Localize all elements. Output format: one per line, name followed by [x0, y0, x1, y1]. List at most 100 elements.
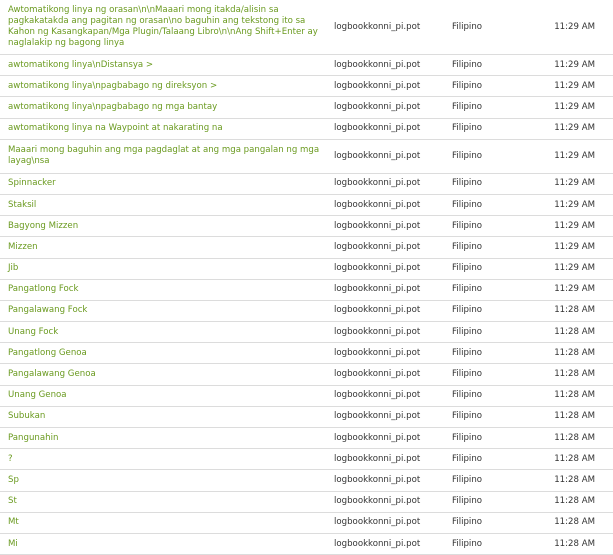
string-link[interactable]: awtomatikong linya\npagbabago ng direksy… [8, 81, 217, 91]
file-cell: logbookkonni_pi.pot [326, 118, 444, 140]
string-link[interactable]: Mizzen [8, 242, 38, 252]
table-row: Mizzen logbookkonni_pi.pot Filipino 11:29 A… [0, 236, 613, 259]
file-cell: logbookkonni_pi.pot [326, 427, 444, 450]
file-cell: logbookkonni_pi.pot [326, 139, 444, 174]
string-link[interactable]: Pangalawang Genoa [8, 369, 96, 379]
string-link[interactable]: Pangalawang Fock [8, 305, 87, 315]
string-link[interactable]: Unang Genoa [8, 390, 67, 400]
time-cell: 11:29 AM [524, 96, 613, 119]
file-cell: logbookkonni_pi.pot [326, 533, 444, 555]
table-row: Mi logbookkonni_pi.pot Filipino 11:28 AM [0, 533, 613, 555]
table-row: Maaari mong baguhin ang mga pagdaglat at… [0, 139, 613, 174]
string-link[interactable]: awtomatikong linya\npagbabago ng mga ban… [8, 102, 217, 112]
language-cell: Filipino [444, 427, 524, 450]
file-cell: logbookkonni_pi.pot [326, 512, 444, 534]
table-body: Awtomatikong linya ng orasan\n\nMaaari m… [0, 0, 613, 555]
string-cell: ? [0, 448, 326, 471]
time-cell: 11:29 AM [524, 0, 613, 55]
table-row: Pangatlong Genoa logbookkonni_pi.pot Filip… [0, 342, 613, 365]
file-cell: logbookkonni_pi.pot [326, 300, 444, 323]
language-cell: Filipino [444, 342, 524, 365]
table-row: awtomatikong linya\npagbabago ng direksy… [0, 75, 613, 98]
string-cell: Mi [0, 533, 326, 555]
table-row: St logbookkonni_pi.pot Filipino 11:28 AM [0, 491, 613, 513]
string-link[interactable]: Unang Fock [8, 327, 58, 337]
string-link[interactable]: Maaari mong baguhin ang mga pagdaglat at… [8, 145, 319, 166]
table-row: Pangalawang Genoa logbookkonni_pi.pot Fili… [0, 363, 613, 386]
string-cell: Spinnacker [0, 173, 326, 195]
file-cell: logbookkonni_pi.pot [326, 406, 444, 429]
file-cell: logbookkonni_pi.pot [326, 236, 444, 259]
string-link[interactable]: awtomatikong linya na Waypoint at nakara… [8, 123, 223, 133]
table-row: Jib logbookkonni_pi.pot Filipino 11:29 AM [0, 258, 613, 280]
table-row: awtomatikong linya\nDistansya > logbookko… [0, 54, 613, 77]
table-row: awtomatikong linya\npagbabago ng mga ban… [0, 96, 613, 119]
language-cell: Filipino [444, 406, 524, 429]
string-link[interactable]: St [8, 496, 17, 506]
string-cell: awtomatikong linya na Waypoint at nakara… [0, 118, 326, 140]
time-cell: 11:29 AM [524, 194, 613, 217]
file-cell: logbookkonni_pi.pot [326, 385, 444, 407]
table-row: Bagyong Mizzen logbookkonni_pi.pot Filipin… [0, 215, 613, 238]
string-cell: Pangunahin [0, 427, 326, 450]
time-cell: 11:29 AM [524, 215, 613, 238]
string-link[interactable]: Staksil [8, 200, 36, 210]
file-cell: logbookkonni_pi.pot [326, 321, 444, 344]
language-cell: Filipino [444, 363, 524, 386]
language-cell: Filipino [444, 491, 524, 513]
string-link[interactable]: Pangunahin [8, 433, 58, 443]
table-row: Pangalawang Fock logbookkonni_pi.pot Filip… [0, 300, 613, 323]
language-cell: Filipino [444, 215, 524, 238]
file-cell: logbookkonni_pi.pot [326, 96, 444, 119]
language-cell: Filipino [444, 139, 524, 174]
time-cell: 11:28 AM [524, 448, 613, 471]
time-cell: 11:29 AM [524, 75, 613, 98]
table-row: Pangatlong Fock logbookkonni_pi.pot Filipi… [0, 279, 613, 301]
string-link[interactable]: ? [8, 454, 13, 464]
time-cell: 11:28 AM [524, 342, 613, 365]
string-cell: St [0, 491, 326, 513]
time-cell: 11:28 AM [524, 512, 613, 534]
language-cell: Filipino [444, 300, 524, 323]
string-link[interactable]: Sp [8, 475, 19, 485]
string-link[interactable]: Jib [8, 263, 18, 273]
language-cell: Filipino [444, 448, 524, 471]
language-cell: Filipino [444, 173, 524, 195]
string-link[interactable]: Mi [8, 539, 18, 549]
string-link[interactable]: Spinnacker [8, 178, 56, 188]
language-cell: Filipino [444, 118, 524, 140]
language-cell: Filipino [444, 533, 524, 555]
string-cell: Pangatlong Genoa [0, 342, 326, 365]
table-row: Spinnacker logbookkonni_pi.pot Filipino 11:… [0, 173, 613, 195]
string-link[interactable]: Pangatlong Fock [8, 284, 78, 294]
file-cell: logbookkonni_pi.pot [326, 75, 444, 98]
time-cell: 11:28 AM [524, 469, 613, 492]
time-cell: 11:29 AM [524, 173, 613, 195]
time-cell: 11:28 AM [524, 533, 613, 555]
string-cell: Unang Fock [0, 321, 326, 344]
language-cell: Filipino [444, 75, 524, 98]
time-cell: 11:29 AM [524, 118, 613, 140]
file-cell: logbookkonni_pi.pot [326, 448, 444, 471]
string-link[interactable]: Subukan [8, 411, 45, 421]
table-row: Pangunahin logbookkonni_pi.pot Filipino 11:… [0, 427, 613, 450]
time-cell: 11:28 AM [524, 491, 613, 513]
string-link[interactable]: Mt [8, 517, 19, 527]
string-cell: Pangatlong Fock [0, 279, 326, 301]
string-link[interactable]: Bagyong Mizzen [8, 221, 78, 231]
string-link[interactable]: Pangatlong Genoa [8, 348, 87, 358]
time-cell: 11:29 AM [524, 236, 613, 259]
string-link[interactable]: awtomatikong linya\nDistansya > [8, 60, 153, 70]
language-cell: Filipino [444, 321, 524, 344]
time-cell: 11:28 AM [524, 427, 613, 450]
time-cell: 11:28 AM [524, 321, 613, 344]
string-link[interactable]: Awtomatikong linya ng orasan\n\nMaaari m… [8, 5, 318, 48]
language-cell: Filipino [444, 236, 524, 259]
table-row: Mt logbookkonni_pi.pot Filipino 11:28 AM [0, 512, 613, 534]
file-cell: logbookkonni_pi.pot [326, 173, 444, 195]
file-cell: logbookkonni_pi.pot [326, 363, 444, 386]
file-cell: logbookkonni_pi.pot [326, 258, 444, 280]
time-cell: 11:28 AM [524, 363, 613, 386]
string-cell: Staksil [0, 194, 326, 217]
language-cell: Filipino [444, 54, 524, 77]
